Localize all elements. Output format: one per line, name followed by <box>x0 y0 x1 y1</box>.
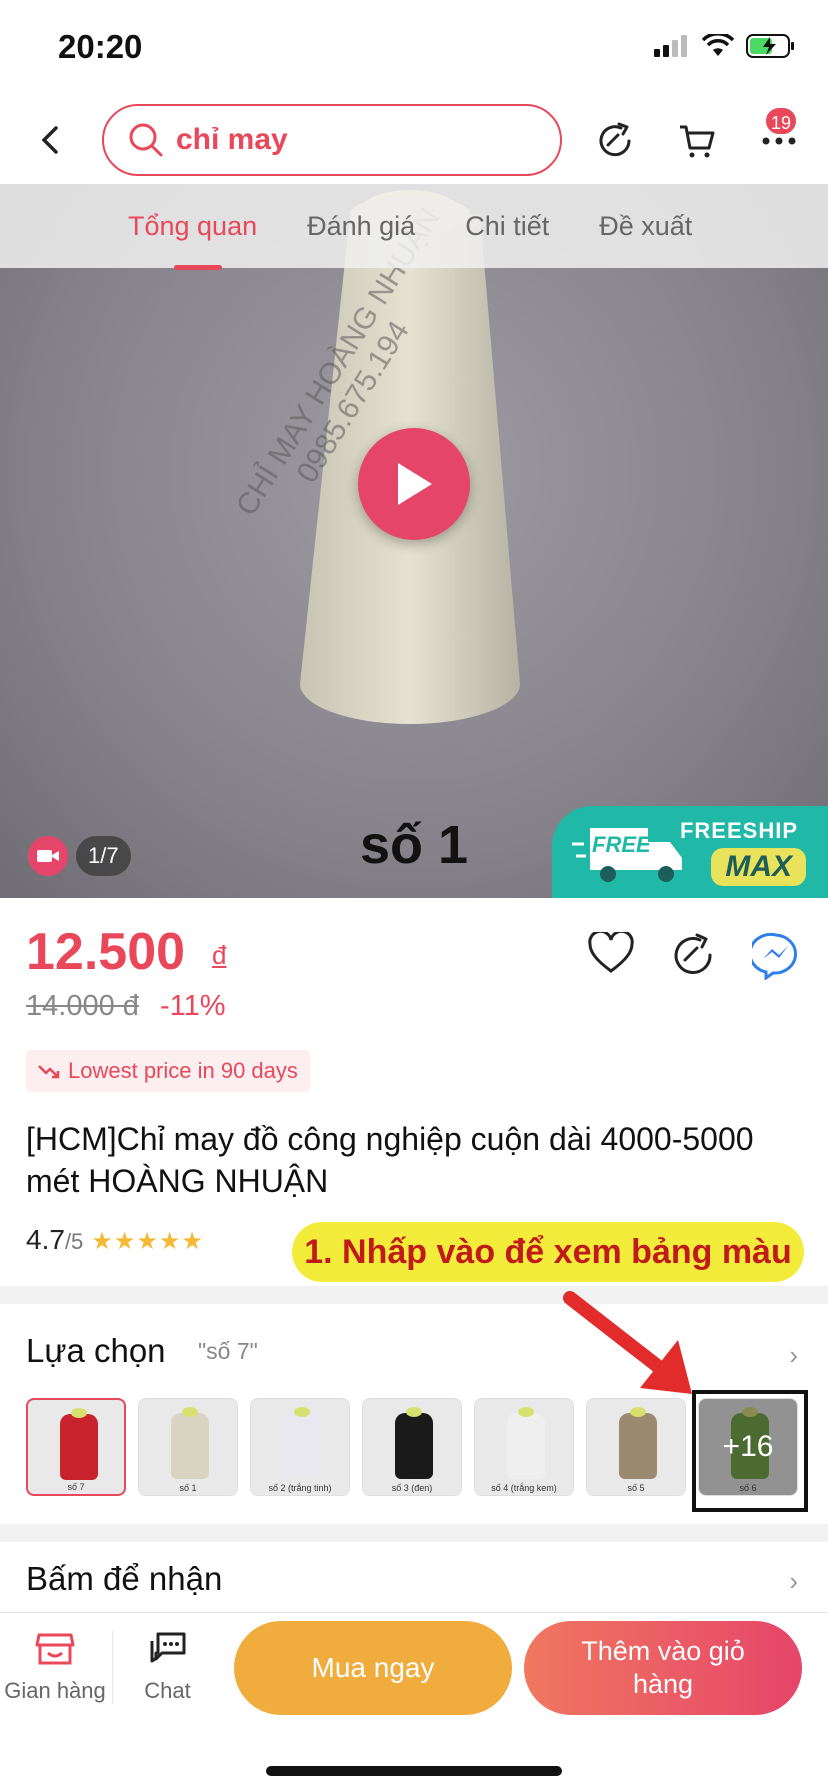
swatch-thread-cap <box>406 1407 422 1417</box>
section-divider <box>0 1286 828 1304</box>
swatch-thread-image <box>619 1413 657 1479</box>
chevron-right-icon: › <box>789 1566 798 1596</box>
swatch-label: số 5 <box>627 1483 645 1493</box>
cart-icon <box>680 125 715 158</box>
color-swatch[interactable]: số 3 (đen) <box>362 1398 462 1496</box>
more-button[interactable]: 19 <box>754 106 804 166</box>
wifi-icon <box>702 34 734 56</box>
color-swatch[interactable]: số 7 <box>26 1398 126 1496</box>
selected-option: "số 7" <box>198 1338 258 1364</box>
chevron-left-icon <box>41 126 58 154</box>
tutorial-arrow <box>563 1291 692 1394</box>
shop-label: Gian hàng <box>4 1678 106 1703</box>
swatch-thread-image <box>171 1413 209 1479</box>
search-input[interactable]: chỉ may <box>102 104 562 176</box>
section-divider <box>0 1524 828 1542</box>
freeship-max-label: MAX <box>711 848 806 886</box>
rating-suffix: /5 <box>64 1229 84 1254</box>
store-icon <box>35 1633 75 1665</box>
chat-icon <box>150 1632 185 1663</box>
back-button[interactable] <box>30 120 70 160</box>
share-icon <box>599 122 631 157</box>
options-title: Lựa chọn <box>26 1332 166 1369</box>
chat-button[interactable]: Chat <box>112 1631 222 1704</box>
section-tabs: Tổng quan Đánh giá Chi tiết Đề xuất <box>0 184 828 270</box>
tab-details[interactable]: Chi tiết <box>465 201 549 252</box>
add-to-cart-button[interactable]: Thêm vào giỏ hàng <box>524 1621 802 1715</box>
media-caption: số 1 <box>360 815 469 875</box>
shop-button[interactable]: Gian hàng <box>0 1631 110 1704</box>
swatch-thread-image <box>507 1413 545 1479</box>
swatch-label: số 3 (đen) <box>391 1483 433 1493</box>
lowest-price-text: Lowest price in 90 days <box>68 1058 298 1083</box>
price-actions <box>588 932 802 980</box>
swatch-thread-cap <box>630 1407 646 1417</box>
swatch-thread-cap <box>294 1407 310 1417</box>
product-title: [HCM]Chỉ may đồ công nghiệp cuộn dài 400… <box>26 1121 754 1199</box>
bottom-action-bar: Gian hàng Chat Mua ngay Thêm vào giỏ hàn… <box>0 1612 828 1722</box>
original-price: 14.000 đ <box>26 990 139 1022</box>
play-video-button[interactable] <box>358 428 470 540</box>
chevron-right-icon[interactable]: › <box>789 1340 798 1371</box>
cart-button[interactable] <box>672 116 722 166</box>
product-media[interactable]: CHỈ MAY HOÀNG NHUẬN 0985.675.194 số 1 1/… <box>0 184 828 898</box>
color-swatch[interactable]: số 5 <box>586 1398 686 1496</box>
freeship-label: FREESHIP <box>679 818 798 843</box>
product-rating[interactable]: 4.7 /5 ★★★★★ <box>26 1224 204 1256</box>
swatch-thread-image <box>395 1413 433 1479</box>
chat-label: Chat <box>144 1678 191 1703</box>
color-swatch[interactable]: số 1 <box>138 1398 238 1496</box>
tutorial-highlight <box>692 1390 808 1512</box>
search-query: chỉ may <box>176 123 288 156</box>
freeship-max-badge: FREE FREESHIP MAX <box>552 806 828 898</box>
header: chỉ may 19 <box>0 98 828 184</box>
claim-voucher-row[interactable]: Bấm để nhận › <box>0 1542 828 1612</box>
current-price: 12.500 <box>26 923 186 981</box>
swatch-thread-cap <box>182 1407 198 1417</box>
status-icons <box>654 34 796 58</box>
swatch-thread-image <box>283 1413 321 1479</box>
messenger-icon[interactable] <box>752 932 802 980</box>
signal-icon <box>654 35 687 57</box>
rating-value: 4.7 <box>26 1224 65 1255</box>
more-icon <box>762 137 796 145</box>
buy-now-button[interactable]: Mua ngay <box>234 1621 512 1715</box>
heart-icon[interactable] <box>588 932 634 974</box>
tutorial-annotation: 1. Nhấp vào để xem bảng màu <box>292 1222 804 1282</box>
share-icon[interactable] <box>670 932 716 978</box>
swatch-list: số 7 số 1 số 2 (trắng tinh) số 3 (đen) số 4 … <box>26 1398 798 1496</box>
swatch-thread-cap <box>71 1408 87 1418</box>
tab-recommendations[interactable]: Đề xuất <box>599 201 692 252</box>
video-camera-icon <box>37 850 59 862</box>
search-icon <box>129 123 163 157</box>
swatch-label: số 4 (trắng kem) <box>491 1483 557 1493</box>
cart-count-badge: 19 <box>763 106 798 136</box>
media-counter: 1/7 <box>28 836 131 876</box>
color-swatch[interactable]: số 2 (trắng tinh) <box>250 1398 350 1496</box>
status-bar: 20:20 <box>0 0 828 98</box>
share-button[interactable] <box>590 116 640 166</box>
swatch-label: số 7 <box>67 1482 85 1492</box>
tab-reviews[interactable]: Đánh giá <box>307 201 415 252</box>
swatch-label: số 1 <box>179 1483 197 1493</box>
swatch-thread-cap <box>518 1407 534 1417</box>
status-time: 20:20 <box>58 28 143 65</box>
color-swatch[interactable]: số 4 (trắng kem) <box>474 1398 574 1496</box>
trend-down-icon <box>38 1065 60 1079</box>
discount-percent: -11% <box>160 990 226 1022</box>
tab-overview[interactable]: Tổng quan <box>128 201 257 270</box>
free-tag: FREE <box>592 832 651 857</box>
swatch-label: số 2 (trắng tinh) <box>268 1483 332 1493</box>
swatch-thread-image <box>60 1414 98 1480</box>
battery-charging-icon <box>746 34 794 58</box>
rating-stars: ★★★★★ <box>91 1228 204 1255</box>
lowest-price-badge: Lowest price in 90 days <box>26 1050 310 1092</box>
home-indicator <box>266 1766 562 1776</box>
play-icon <box>398 463 432 505</box>
claim-voucher-title: Bấm để nhận <box>26 1560 223 1597</box>
video-chip[interactable] <box>28 836 68 876</box>
image-counter: 1/7 <box>76 836 131 876</box>
currency: đ <box>212 940 227 970</box>
